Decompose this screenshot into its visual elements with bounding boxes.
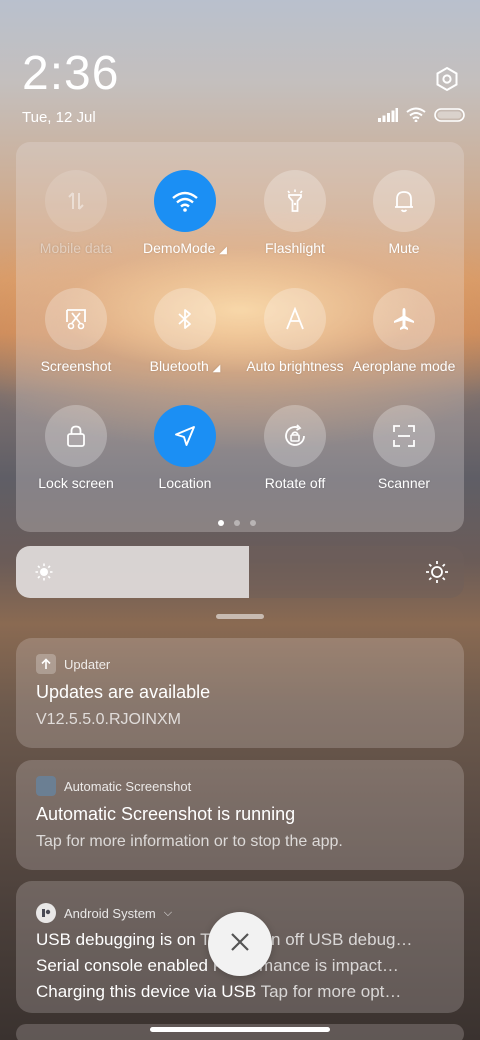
scanner-icon (373, 405, 435, 467)
tile-label: Lock screen (38, 475, 114, 491)
settings-gear-icon[interactable] (434, 66, 460, 92)
line-text: Tap for more opt… (260, 982, 402, 1001)
tile-label: Aeroplane mode (352, 358, 456, 374)
flashlight-icon (264, 170, 326, 232)
line-title: Serial console enabled (36, 956, 209, 975)
updater-app-icon (36, 654, 56, 674)
quick-settings-panel: Mobile data DemoMode ◢ Flashlight Mute S… (16, 142, 464, 532)
line-title: USB debugging is on (36, 930, 196, 949)
tile-label: Mute (388, 240, 420, 256)
notification-title: Updates are available (36, 682, 211, 702)
notification-app-name: Android System (64, 905, 156, 921)
chevron-down-icon[interactable]: ⌵ (164, 907, 172, 920)
tile-label: Screenshot (40, 358, 112, 374)
notification-updater[interactable]: Updater Updates are available V12.5.5.0.… (16, 638, 464, 748)
brightness-slider[interactable] (16, 546, 464, 598)
tile-label: Scanner (377, 475, 431, 491)
notification-app-name: Updater (64, 656, 111, 672)
gesture-nav-bar[interactable] (150, 1027, 330, 1032)
android-system-app-icon (36, 903, 56, 923)
mobile-data-icon (45, 170, 107, 232)
airplane-icon (373, 288, 435, 350)
tile-bluetooth[interactable]: Bluetooth ◢ (130, 288, 240, 398)
tile-label: DemoMode (143, 240, 216, 256)
drag-handle[interactable] (216, 614, 264, 619)
notification-text: V12.5.5.0.RJOINXM (36, 711, 181, 728)
auto-screenshot-app-icon (36, 776, 56, 796)
battery-icon (434, 107, 466, 127)
wifi-status-icon (406, 107, 426, 127)
tile-wifi[interactable]: DemoMode ◢ (130, 170, 240, 280)
lock-icon (45, 405, 107, 467)
rotate-lock-icon (264, 405, 326, 467)
clear-all-button[interactable] (208, 912, 272, 976)
notification-text: Tap for more information or to stop the … (36, 833, 343, 850)
close-icon (229, 931, 251, 958)
notification-auto-screenshot[interactable]: Automatic Screenshot Automatic Screensho… (16, 760, 464, 870)
tile-label: Auto brightness (246, 358, 344, 374)
page-dot (234, 520, 240, 526)
tile-label: Mobile data (39, 240, 113, 256)
notification-app-name: Automatic Screenshot (64, 778, 192, 794)
wifi-icon (154, 170, 216, 232)
tile-screenshot[interactable]: Screenshot (21, 288, 131, 398)
auto-brightness-icon (264, 288, 326, 350)
notification-line[interactable]: Charging this device via USB Tap for mor… (36, 979, 444, 1005)
notification-title: Automatic Screenshot is running (36, 804, 296, 824)
tile-aeroplane[interactable]: Aeroplane mode (349, 288, 459, 398)
tile-location[interactable]: Location (130, 405, 240, 515)
tile-lock-screen[interactable]: Lock screen (21, 405, 131, 515)
tile-auto-brightness[interactable]: Auto brightness (240, 288, 350, 398)
signal-icon (378, 107, 398, 127)
tile-scanner[interactable]: Scanner (349, 405, 459, 515)
page-dot (250, 520, 256, 526)
expand-arrow-icon: ◢ (219, 245, 227, 256)
tile-label: Flashlight (265, 240, 325, 256)
brightness-low-icon (34, 562, 54, 587)
expand-arrow-icon: ◢ (212, 363, 221, 374)
bell-icon (373, 170, 435, 232)
tile-flashlight[interactable]: Flashlight (240, 170, 350, 280)
tile-label: Bluetooth (149, 358, 209, 374)
brightness-high-icon (425, 560, 449, 589)
tile-label: Location (158, 475, 212, 491)
tile-label: Rotate off (264, 475, 326, 491)
status-icons (378, 107, 466, 127)
date[interactable]: Tue, 12 Jul (22, 109, 96, 126)
tile-mute[interactable]: Mute (349, 170, 459, 280)
tile-rotate-off[interactable]: Rotate off (240, 405, 350, 515)
page-dot (218, 520, 224, 526)
line-title: Charging this device via USB (36, 982, 257, 1001)
tile-mobile-data[interactable]: Mobile data (21, 170, 131, 280)
clock[interactable]: 2:36 (22, 48, 119, 100)
page-indicator (218, 520, 256, 526)
screenshot-icon (45, 288, 107, 350)
location-icon (154, 405, 216, 467)
bluetooth-icon (154, 288, 216, 350)
